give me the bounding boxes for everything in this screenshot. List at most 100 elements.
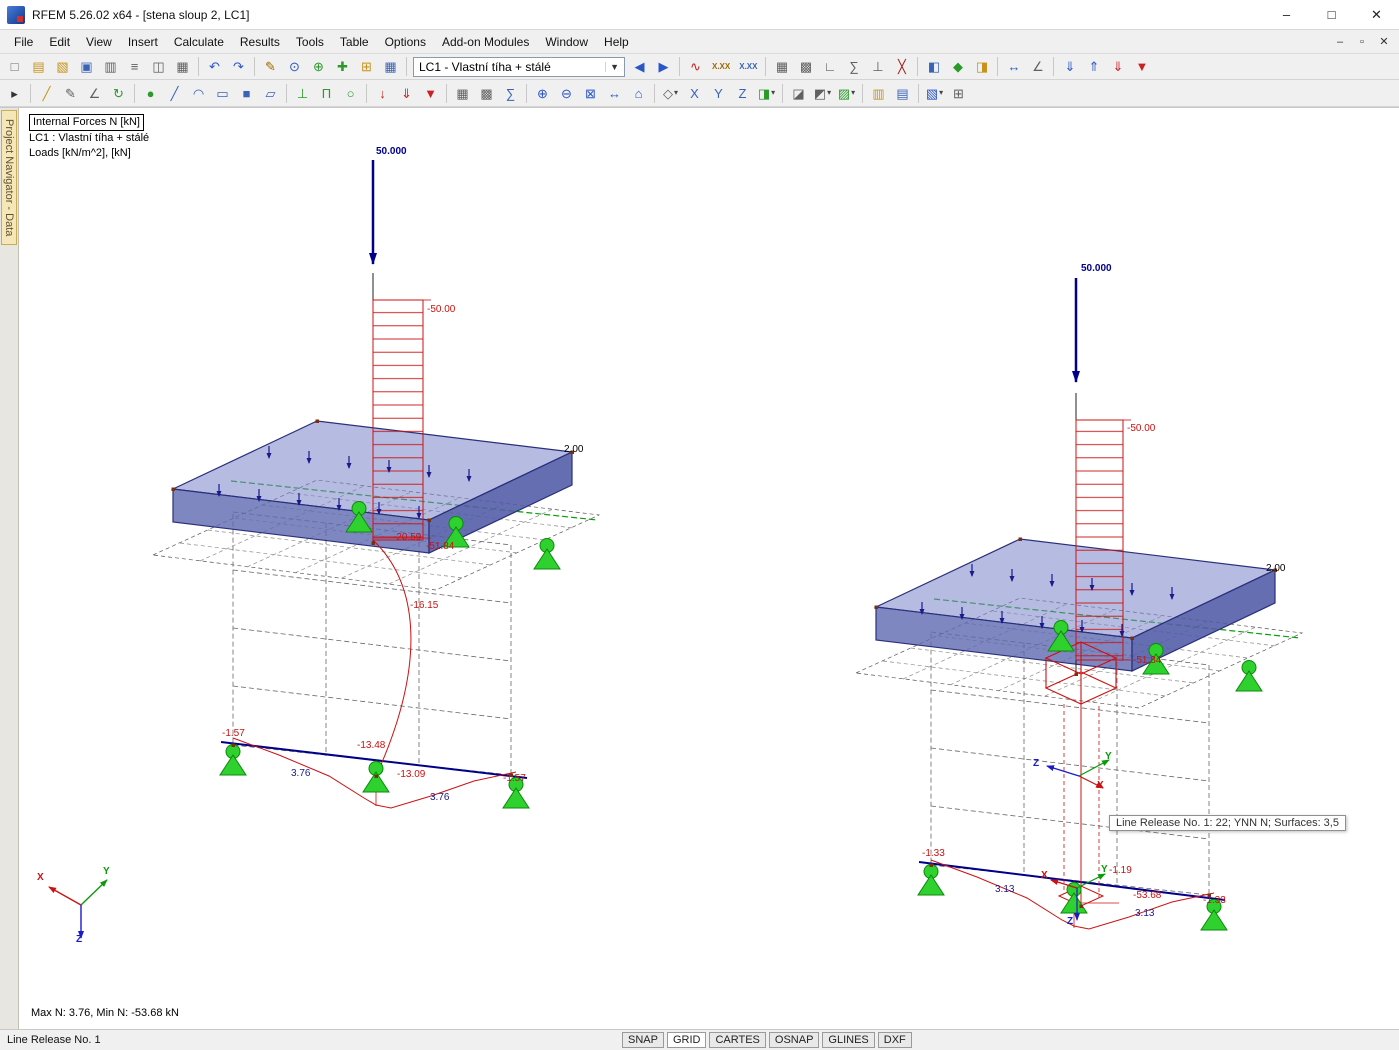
background-icon[interactable]: ▧ ▾ — [923, 82, 946, 104]
line-support-icon[interactable]: Π — [315, 82, 338, 104]
render-mode-icon[interactable]: ◨ ▾ — [755, 82, 778, 104]
menu-file[interactable]: File — [6, 31, 41, 53]
menu-window[interactable]: Window — [537, 31, 596, 53]
new-window-icon[interactable]: ⊞ — [355, 56, 378, 78]
nodal-load-icon[interactable]: ↓ — [371, 82, 394, 104]
regenerate-model-icon[interactable]: ⊕ — [307, 56, 330, 78]
zoom-out-icon[interactable]: ⊖ — [555, 82, 578, 104]
snapshot-icon[interactable]: ▦ — [171, 56, 194, 78]
regenerate-icon[interactable]: ↻ — [107, 82, 130, 104]
panel-toggle-icon[interactable]: ▥ — [867, 82, 890, 104]
tables-toggle-icon[interactable]: ▤ — [891, 82, 914, 104]
view-x-icon[interactable]: X — [683, 82, 706, 104]
pan-icon[interactable]: ↔ — [603, 82, 626, 104]
mdi-restore-button[interactable]: ▫ — [1351, 32, 1373, 52]
open-file-icon[interactable]: ▤ — [27, 56, 50, 78]
hinge-icon[interactable]: ○ — [339, 82, 362, 104]
pointer-icon[interactable]: ▸ — [3, 82, 26, 104]
mdi-close-button[interactable]: ✕ — [1373, 32, 1395, 52]
mesh-settings-icon[interactable]: ▩ — [475, 82, 498, 104]
move-icon[interactable]: ↔ — [1002, 56, 1025, 78]
print-report-red-icon[interactable]: ▼ — [1130, 56, 1153, 78]
work-plane-icon[interactable]: ∠ — [83, 82, 106, 104]
axes-icon[interactable]: ⊥ — [866, 56, 889, 78]
previous-load-case-icon[interactable]: ◀ — [628, 56, 651, 78]
save-icon[interactable]: ▣ — [75, 56, 98, 78]
zoom-window-icon[interactable]: ⊠ — [579, 82, 602, 104]
guideline-icon[interactable]: ╱ — [35, 82, 58, 104]
edit-line-icon[interactable]: ✎ — [59, 82, 82, 104]
calculate-icon[interactable]: ∑ — [499, 82, 522, 104]
menu-help[interactable]: Help — [596, 31, 637, 53]
result-table-icon[interactable]: ▦ — [770, 56, 793, 78]
line-load-icon[interactable]: ⇓ — [395, 82, 418, 104]
surface-load-icon[interactable]: ▼ — [419, 82, 442, 104]
redo-icon[interactable]: ↷ — [227, 56, 250, 78]
full-view-icon[interactable]: ⌂ — [627, 82, 650, 104]
mdi-minimize-button[interactable]: – — [1329, 32, 1351, 52]
toggle-osnap[interactable]: OSNAP — [768, 1032, 820, 1048]
maximize-button[interactable]: □ — [1309, 0, 1354, 30]
new-solid-icon[interactable]: ■ — [235, 82, 258, 104]
nodal-support-icon[interactable]: ⊥ — [291, 82, 314, 104]
menu-edit[interactable]: Edit — [41, 31, 78, 53]
toggle-glines[interactable]: GLINES — [822, 1032, 875, 1048]
model-viewport[interactable]: 50.000 -50.00 2.00 -20.59 -51.84 -16.15 -1.57 -… — [19, 108, 1399, 1029]
edit-pen-icon[interactable]: ✎ — [259, 56, 282, 78]
view-z-icon[interactable]: Z — [731, 82, 754, 104]
view-y-icon[interactable]: Y — [707, 82, 730, 104]
menu-view[interactable]: View — [78, 31, 120, 53]
export-down-red-icon[interactable]: ⇓ — [1106, 56, 1129, 78]
menu-calculate[interactable]: Calculate — [166, 31, 232, 53]
new-line-icon[interactable]: ╱ — [163, 82, 186, 104]
chevron-down-icon[interactable]: ▼ — [605, 61, 619, 72]
toggle-cartes[interactable]: CARTES — [709, 1032, 766, 1048]
new-arc-icon[interactable]: ◠ — [187, 82, 210, 104]
display-properties-icon[interactable]: ◧ — [922, 56, 945, 78]
show-results-icon[interactable]: ∿ — [684, 56, 707, 78]
isometric-view-icon[interactable]: ◇ ▾ — [659, 82, 682, 104]
zoom-mode-icon[interactable]: ⊙ — [283, 56, 306, 78]
new-node-icon[interactable]: ● — [139, 82, 162, 104]
dimension-icon[interactable]: ∠ — [1026, 56, 1049, 78]
close-button[interactable]: ✕ — [1354, 0, 1399, 30]
measure-icon[interactable]: ∟ — [818, 56, 841, 78]
menu-insert[interactable]: Insert — [120, 31, 166, 53]
undo-icon[interactable]: ↶ — [203, 56, 226, 78]
next-load-case-icon[interactable]: ▶ — [652, 56, 675, 78]
visibility-icon[interactable]: ◩ ▾ — [811, 82, 834, 104]
menu-options[interactable]: Options — [377, 31, 434, 53]
filter-icon[interactable]: ╳ — [890, 56, 913, 78]
open-project-icon[interactable]: ▧ — [51, 56, 74, 78]
menu-table[interactable]: Table — [332, 31, 377, 53]
fe-mesh-icon[interactable]: ▩ — [794, 56, 817, 78]
minimize-button[interactable]: – — [1264, 0, 1309, 30]
export-down-blue-icon[interactable]: ⇓ — [1058, 56, 1081, 78]
print-icon[interactable]: ▥ — [99, 56, 122, 78]
zoom-in-icon[interactable]: ⊕ — [531, 82, 554, 104]
insert-object-icon[interactable]: ✚ — [331, 56, 354, 78]
new-opening-icon[interactable]: ▱ — [259, 82, 282, 104]
new-surface-icon[interactable]: ▭ — [211, 82, 234, 104]
show-max-values-icon[interactable]: X.XX — [735, 56, 761, 78]
fullscreen-icon[interactable]: ⊞ — [947, 82, 970, 104]
toggle-dxf[interactable]: DXF — [877, 1032, 912, 1048]
clipping-plane-icon[interactable]: ◪ — [787, 82, 810, 104]
load-case-selector[interactable]: LC1 - Vlastní tíha + stálé ▼ — [413, 56, 625, 77]
sum-icon[interactable]: ∑ — [842, 56, 865, 78]
tab-project-navigator-data[interactable]: Project Navigator - Data — [1, 110, 17, 246]
generate-mesh-icon[interactable]: ▦ — [451, 82, 474, 104]
menu-tools[interactable]: Tools — [288, 31, 332, 53]
render-icon[interactable]: ◆ — [946, 56, 969, 78]
table-layout-icon[interactable]: ▦ — [379, 56, 402, 78]
new-file-icon[interactable]: □ — [3, 56, 26, 78]
show-result-values-icon[interactable]: X.XX — [708, 56, 734, 78]
printout-report-icon[interactable]: ≡ — [123, 56, 146, 78]
toggle-snap[interactable]: SNAP — [622, 1032, 664, 1048]
display-colors-icon[interactable]: ▨ ▾ — [835, 82, 858, 104]
control-panel-icon[interactable]: ◨ — [970, 56, 993, 78]
copy-icon[interactable]: ◫ — [147, 56, 170, 78]
menu-addon-modules[interactable]: Add-on Modules — [434, 31, 537, 53]
menu-results[interactable]: Results — [232, 31, 288, 53]
toggle-grid[interactable]: GRID — [666, 1032, 707, 1048]
